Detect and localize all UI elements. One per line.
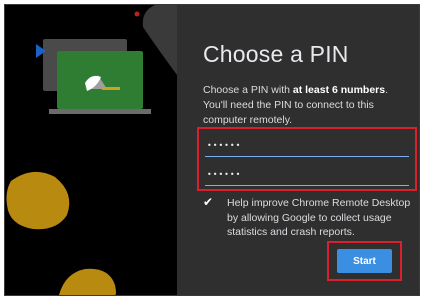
- pin-input[interactable]: [205, 135, 409, 157]
- blob-decoration-bottom: [59, 268, 116, 295]
- dialog-title: Choose a PIN: [203, 41, 349, 67]
- grey-shape: [142, 5, 177, 75]
- illustration-panel: [5, 5, 177, 295]
- laptop-illustration-icon: [6, 5, 177, 295]
- laptop-base: [49, 109, 151, 114]
- instructions-emphasis: at least 6 numbers: [292, 84, 386, 96]
- pin-form-panel: Choose a PIN Choose a PIN with at least …: [177, 5, 419, 295]
- pin-dialog: Choose a PIN Choose a PIN with at least …: [4, 4, 420, 296]
- blob-decoration: [6, 171, 70, 230]
- check-icon[interactable]: ✔: [203, 196, 215, 208]
- pin-instructions: Choose a PIN with at least 6 numbers. Yo…: [203, 83, 411, 128]
- pin-confirm-input[interactable]: [205, 164, 409, 186]
- start-highlight-box: Start: [327, 241, 402, 281]
- usage-stats-consent: ✔ Help improve Chrome Remote Desktop by …: [203, 196, 415, 240]
- pin-highlight-box: [197, 127, 417, 191]
- red-dot: [134, 11, 140, 17]
- instructions-prefix: Choose a PIN with: [203, 84, 293, 96]
- start-button[interactable]: Start: [337, 249, 392, 273]
- consent-label: Help improve Chrome Remote Desktop by al…: [227, 197, 411, 238]
- yellow-line: [102, 87, 120, 90]
